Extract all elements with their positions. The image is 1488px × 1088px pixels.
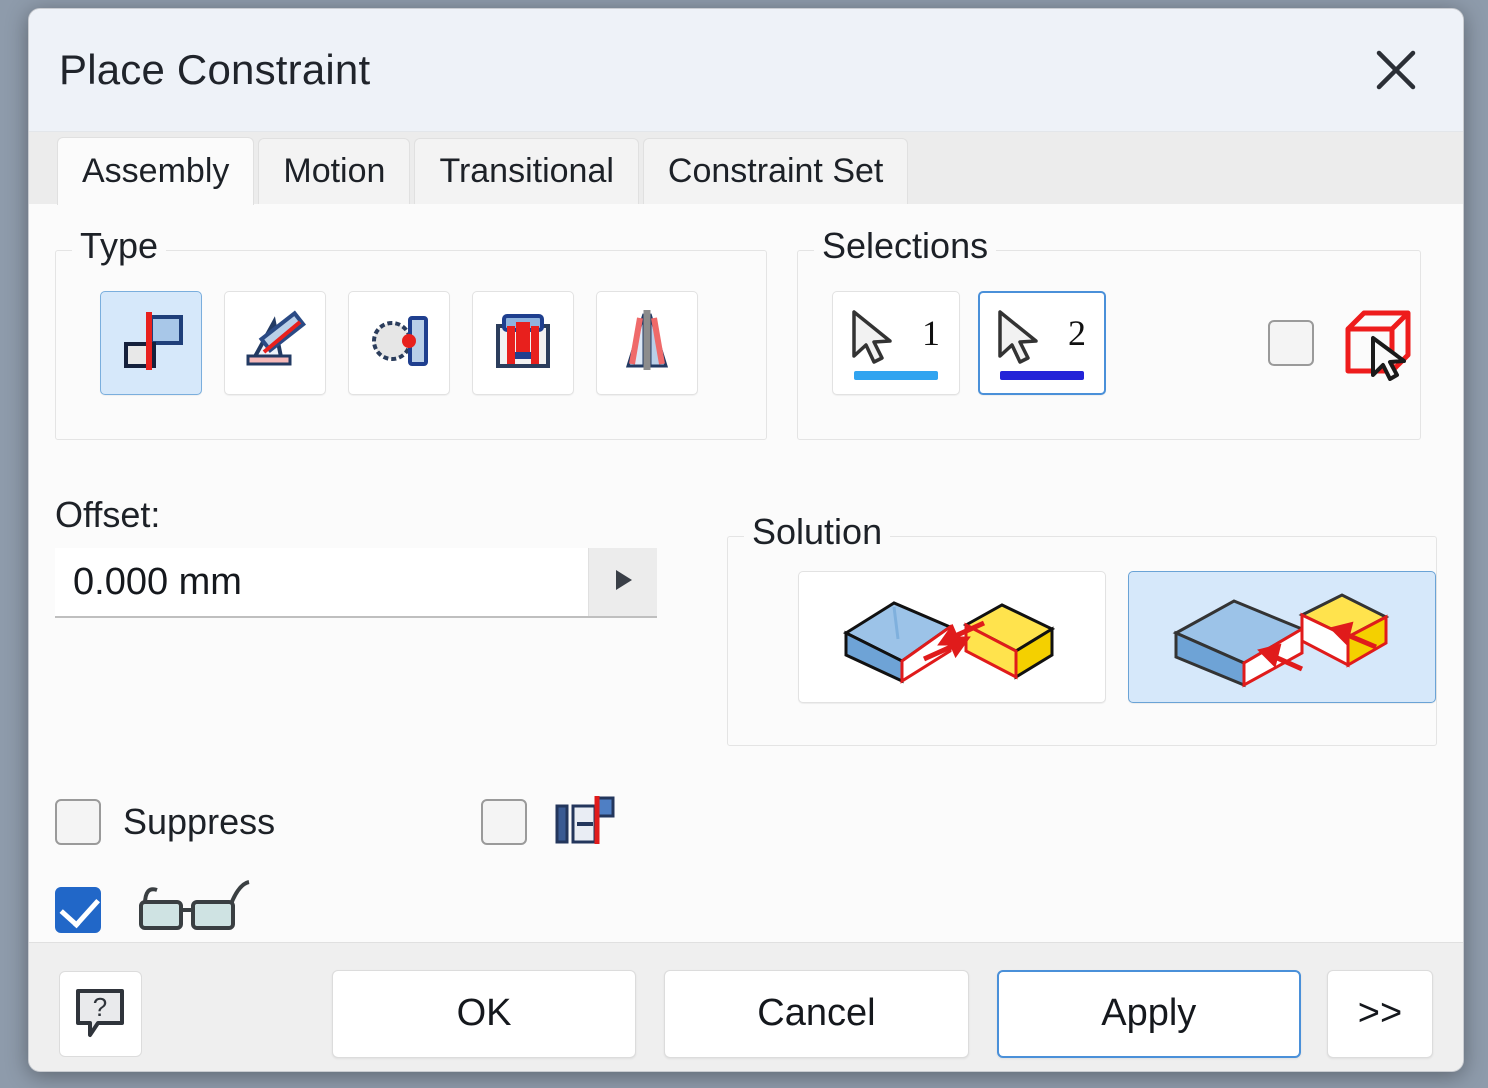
close-icon[interactable] — [1365, 39, 1427, 101]
cancel-button-label: Cancel — [757, 992, 876, 1034]
tab-constraint-set[interactable]: Constraint Set — [642, 138, 909, 204]
tab-bar: Assembly Motion Transitional Constraint … — [29, 132, 1463, 205]
glasses-icon — [127, 878, 257, 942]
flush-solution-icon — [1162, 581, 1402, 694]
tangent-icon — [362, 304, 436, 383]
angle-constraint-button[interactable] — [224, 291, 326, 395]
tab-assembly[interactable]: Assembly — [57, 137, 255, 205]
flush-solution-button[interactable] — [1128, 571, 1436, 703]
select-first-underline — [854, 371, 938, 380]
offset-label: Offset: — [55, 494, 161, 535]
help-icon: ? — [72, 983, 128, 1044]
tab-motion[interactable]: Motion — [258, 138, 411, 204]
mate-solution-button[interactable] — [798, 571, 1106, 703]
insert-icon — [486, 304, 560, 383]
select-second-underline — [1000, 371, 1084, 380]
cancel-button[interactable]: Cancel — [664, 969, 969, 1058]
expand-button-label: >> — [1357, 992, 1403, 1034]
dialog-footer: ? OK Cancel Apply >> — [29, 942, 1463, 1071]
mate-constraint-button[interactable] — [100, 291, 202, 395]
select-first-button[interactable]: 1 — [832, 291, 960, 395]
ok-button-label: OK — [456, 992, 512, 1034]
tab-transitional-label: Transitional — [439, 152, 614, 190]
tab-transitional[interactable]: Transitional — [414, 138, 639, 204]
select-first-number: 1 — [922, 313, 940, 353]
tab-assembly-label: Assembly — [82, 152, 230, 190]
symmetry-icon — [610, 304, 684, 383]
solution-group: Solution — [727, 511, 1437, 746]
tangent-constraint-button[interactable] — [348, 291, 450, 395]
svg-text:?: ? — [93, 992, 107, 1022]
ok-button[interactable]: OK — [331, 969, 637, 1058]
show-preview-checkbox[interactable] — [55, 887, 101, 933]
mate-solution-icon — [832, 581, 1072, 694]
insert-constraint-button[interactable] — [472, 291, 574, 395]
assembly-tab-panel: Type Selections 1 2 Offset: 0.000 mm Sol… — [29, 204, 1463, 942]
constraint-limits-icon — [553, 792, 617, 852]
solution-group-legend: Solution — [744, 511, 891, 553]
pick-part-first-icon — [1340, 305, 1416, 381]
dialog-title-bar: Place Constraint — [29, 9, 1463, 132]
suppress-checkbox[interactable] — [55, 799, 101, 845]
offset-field — [55, 548, 657, 618]
symmetry-constraint-button[interactable] — [596, 291, 698, 395]
offset-dropdown-button[interactable] — [588, 548, 657, 616]
triangle-right-icon — [610, 566, 636, 599]
type-group: Type — [55, 225, 767, 440]
dialog-title: Place Constraint — [59, 46, 371, 93]
place-constraint-dialog: Place Constraint Assembly Motion Transit… — [28, 8, 1464, 1072]
offset-input[interactable] — [55, 548, 588, 616]
selections-group-legend: Selections — [814, 225, 997, 267]
selections-group: Selections 1 2 — [797, 225, 1421, 440]
apply-button-label: Apply — [1101, 992, 1197, 1034]
type-group-legend: Type — [72, 225, 167, 267]
apply-button[interactable]: Apply — [996, 969, 1301, 1058]
mate-icon — [114, 304, 188, 383]
tab-constraint-set-label: Constraint Set — [667, 152, 884, 190]
expand-button[interactable]: >> — [1327, 969, 1433, 1058]
offset-field-group: Offset: — [55, 494, 697, 746]
pick-part-first-checkbox[interactable] — [1268, 320, 1314, 366]
constraint-limits-checkbox[interactable] — [481, 799, 528, 845]
angle-icon — [238, 304, 312, 383]
tab-motion-label: Motion — [283, 152, 386, 190]
select-second-button[interactable]: 2 — [978, 291, 1106, 395]
help-button[interactable]: ? — [59, 970, 142, 1057]
select-second-number: 2 — [1068, 313, 1086, 353]
suppress-label: Suppress — [123, 801, 276, 842]
